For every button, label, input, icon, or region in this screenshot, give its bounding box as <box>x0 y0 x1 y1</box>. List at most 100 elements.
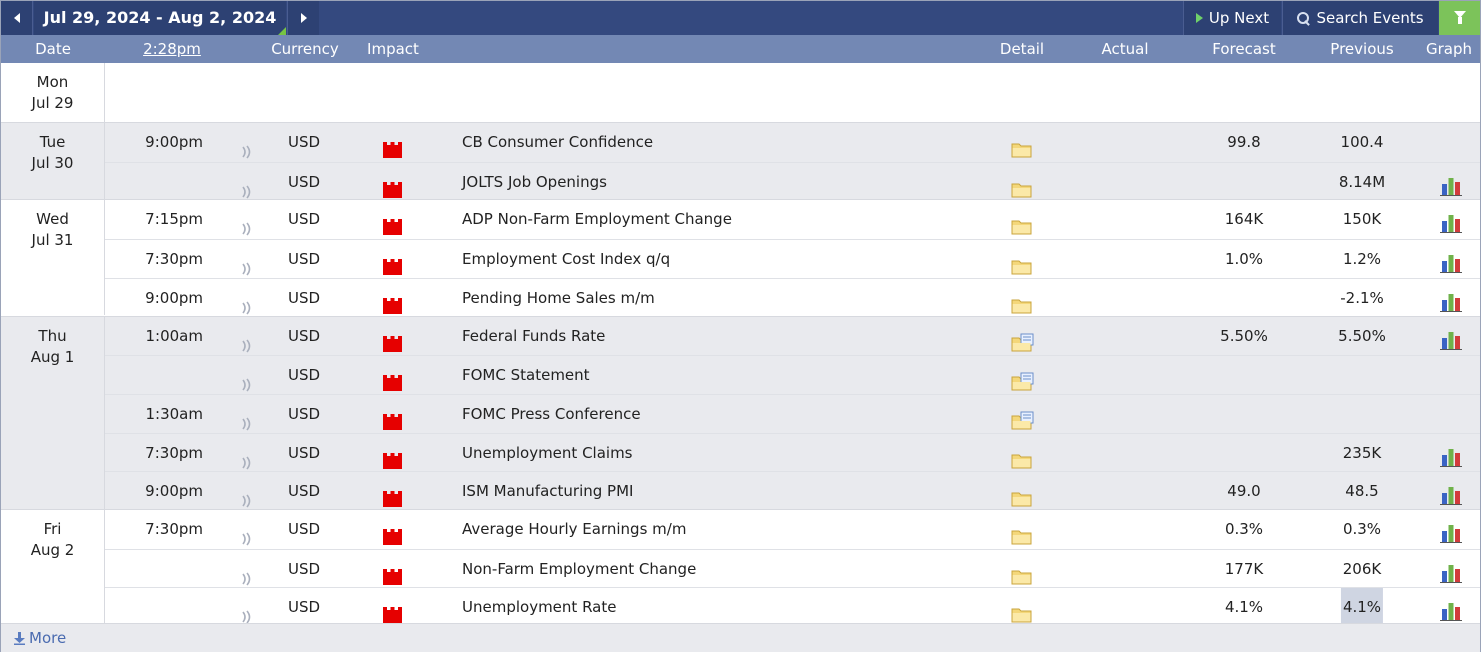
event-row[interactable]: 1:00am USD Federal Funds Rate 5.50% 5.50% <box>105 317 1480 355</box>
folder-doc-icon[interactable] <box>1011 367 1034 391</box>
graph-icon[interactable] <box>1440 326 1462 350</box>
day-date: Jul 30 <box>31 154 74 172</box>
impact-high-icon <box>383 211 402 236</box>
event-title[interactable]: Pending Home Sales m/m <box>462 279 655 317</box>
graph-icon[interactable] <box>1440 288 1462 312</box>
event-currency: USD <box>288 559 321 578</box>
more-bar: More <box>1 623 1480 652</box>
sound-alert-icon[interactable] <box>241 522 253 546</box>
event-row[interactable]: 9:00pm USD ISM Manufacturing PMI 49.0 48.5 <box>105 471 1480 509</box>
sound-alert-icon[interactable] <box>241 600 253 624</box>
day-group: Tue Jul 30 9:00pm USD CB Consumer Confidence… <box>1 122 1480 201</box>
event-row[interactable]: 7:30pm USD Employment Cost Index q/q 1.0% 1.… <box>105 239 1480 277</box>
next-week-button[interactable] <box>287 1 319 35</box>
folder-icon[interactable] <box>1011 290 1033 314</box>
prev-week-button[interactable] <box>1 1 33 35</box>
event-title[interactable]: Federal Funds Rate <box>462 317 605 355</box>
day-date: Jul 31 <box>31 231 74 250</box>
folder-icon[interactable] <box>1011 174 1033 198</box>
sound-alert-icon[interactable] <box>241 291 253 315</box>
event-currency: USD <box>288 133 321 151</box>
event-row[interactable]: 7:15pm USD ADP Non-Farm Employment Change 1… <box>105 200 1480 238</box>
search-icon <box>1297 11 1310 25</box>
event-row[interactable]: 7:30pm USD Unemployment Claims 235K <box>105 432 1480 472</box>
event-row[interactable]: 1:30am USD FOMC Press Conference <box>105 393 1480 433</box>
sound-alert-icon[interactable] <box>241 329 253 353</box>
date-range-selector[interactable]: Jul 29, 2024 - Aug 2, 2024 <box>34 1 286 35</box>
graph-icon[interactable] <box>1440 597 1462 622</box>
folder-doc-icon[interactable] <box>1011 406 1034 430</box>
event-title[interactable]: FOMC Statement <box>462 356 590 394</box>
event-row[interactable]: 9:00pm USD Pending Home Sales m/m -2.1% <box>105 277 1480 317</box>
event-currency: USD <box>288 366 321 385</box>
event-title[interactable]: FOMC Press Conference <box>462 395 641 433</box>
sound-alert-icon[interactable] <box>241 484 253 508</box>
sound-alert-icon[interactable] <box>241 407 253 431</box>
graph-icon[interactable] <box>1440 443 1462 467</box>
up-next-label: Up Next <box>1208 9 1270 27</box>
graph-icon[interactable] <box>1440 249 1462 274</box>
graph-icon[interactable] <box>1440 519 1462 543</box>
graph-icon[interactable] <box>1440 559 1462 583</box>
event-currency: USD <box>288 520 321 538</box>
sound-alert-icon[interactable] <box>241 175 253 199</box>
day-label: Tue Jul 30 <box>1 123 105 200</box>
event-row[interactable]: USD FOMC Statement <box>105 355 1480 393</box>
day-label: Thu Aug 1 <box>1 316 105 509</box>
folder-icon[interactable] <box>1011 134 1033 158</box>
folder-doc-icon[interactable] <box>1011 328 1034 351</box>
sound-alert-icon[interactable] <box>241 212 253 236</box>
event-title[interactable]: Average Hourly Earnings m/m <box>462 510 686 548</box>
event-title[interactable]: Unemployment Claims <box>462 434 633 472</box>
impact-high-icon <box>383 290 402 314</box>
event-title[interactable]: JOLTS Job Openings <box>462 163 607 201</box>
sound-alert-icon[interactable] <box>241 562 253 586</box>
folder-icon[interactable] <box>1011 251 1033 275</box>
sound-alert-icon[interactable] <box>241 135 253 159</box>
folder-icon[interactable] <box>1011 561 1033 585</box>
header-time-link[interactable]: 2:28pm <box>143 35 201 63</box>
day-date: Aug 1 <box>30 347 75 366</box>
up-next-button[interactable]: Up Next <box>1183 1 1281 35</box>
folder-icon[interactable] <box>1011 211 1033 235</box>
folder-icon[interactable] <box>1011 599 1033 623</box>
event-currency: USD <box>288 250 321 269</box>
event-title[interactable]: ISM Manufacturing PMI <box>462 472 633 510</box>
sound-alert-icon[interactable] <box>241 252 253 276</box>
event-row[interactable]: USD Non-Farm Employment Change 177K 206K <box>105 548 1480 588</box>
sound-alert-icon[interactable] <box>241 368 253 392</box>
event-title[interactable]: ADP Non-Farm Employment Change <box>462 200 732 238</box>
impact-high-icon <box>383 445 402 469</box>
day-group: Thu Aug 1 1:00am USD Federal Funds Rate 5.50%… <box>1 315 1480 509</box>
filter-icon <box>1453 11 1466 25</box>
folder-icon[interactable] <box>1011 521 1033 545</box>
graph-icon[interactable] <box>1440 481 1462 506</box>
event-currency: USD <box>288 326 321 345</box>
folder-icon[interactable] <box>1011 483 1033 507</box>
chevron-left-icon <box>13 13 20 23</box>
impact-high-icon <box>383 406 402 430</box>
event-row[interactable]: USD JOLTS Job Openings 8.14M <box>105 161 1480 201</box>
folder-icon[interactable] <box>1011 445 1033 469</box>
impact-high-icon <box>383 251 402 276</box>
day-date: Jul 29 <box>31 94 74 112</box>
event-title[interactable]: Unemployment Rate <box>462 588 616 626</box>
event-row[interactable]: 9:00pm USD CB Consumer Confidence 99.8 100.4 <box>105 123 1480 161</box>
event-title[interactable]: Non-Farm Employment Change <box>462 550 696 588</box>
graph-icon[interactable] <box>1440 172 1462 196</box>
event-title[interactable]: Employment Cost Index q/q <box>462 240 670 278</box>
event-title[interactable]: CB Consumer Confidence <box>462 123 653 161</box>
day-date: Aug 2 <box>30 541 75 559</box>
event-row[interactable]: 7:30pm USD Average Hourly Earnings m/m 0.3%… <box>105 510 1480 548</box>
graph-icon[interactable] <box>1440 209 1462 234</box>
header-forecast: Forecast <box>1212 40 1276 58</box>
filter-button[interactable] <box>1439 1 1480 35</box>
event-time: 7:30pm <box>145 250 203 269</box>
search-events-button[interactable]: Search Events <box>1282 1 1438 35</box>
sound-alert-icon[interactable] <box>241 446 253 470</box>
event-row[interactable]: USD Unemployment Rate 4.1% 4.1% <box>105 587 1480 627</box>
impact-high-icon <box>383 561 402 585</box>
event-time: 7:30pm <box>145 520 203 538</box>
event-time: 1:00am <box>145 326 204 345</box>
more-link[interactable]: More <box>14 624 66 653</box>
